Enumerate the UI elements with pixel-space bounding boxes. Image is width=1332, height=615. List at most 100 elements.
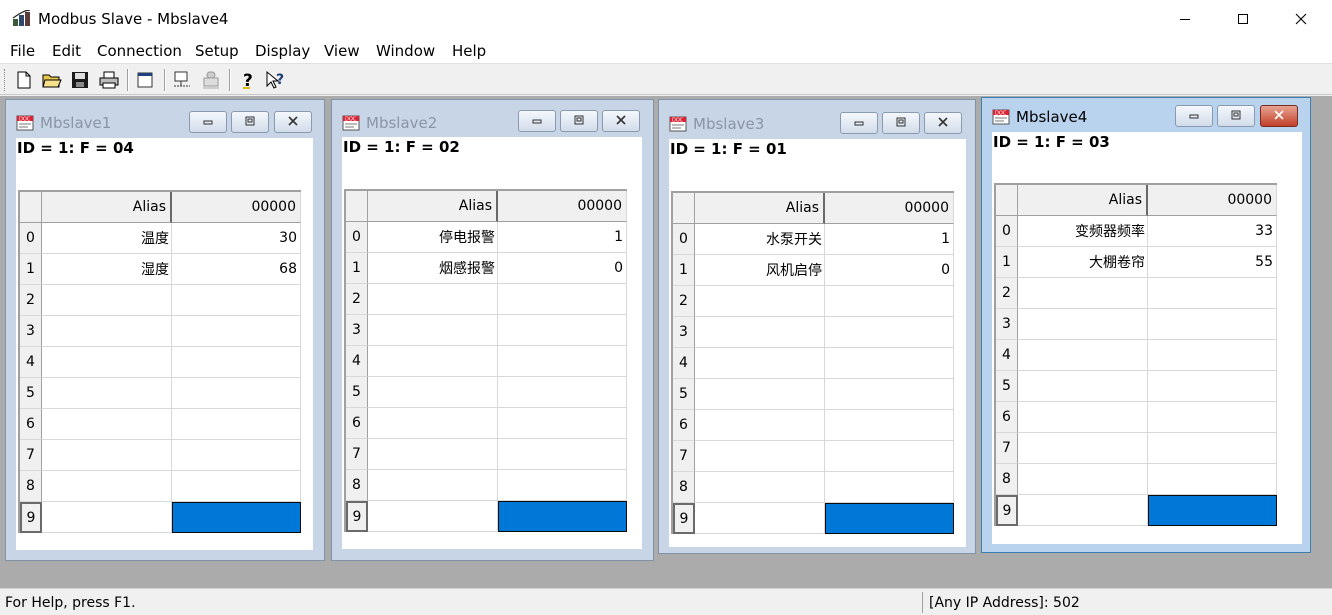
title-bar[interactable]: Modbus Slave - Mbslave4: [0, 0, 1332, 38]
context-help-button[interactable]: ?: [264, 68, 288, 92]
child-minimize-button[interactable]: [518, 110, 556, 132]
alias-cell[interactable]: [42, 378, 172, 409]
value-cell[interactable]: [172, 409, 301, 440]
value-cell[interactable]: [1148, 340, 1277, 371]
alias-cell[interactable]: 变频器频率: [1018, 216, 1148, 247]
value-cell[interactable]: [825, 410, 954, 441]
row-header[interactable]: 0: [20, 223, 42, 254]
value-cell[interactable]: 55: [1148, 247, 1277, 278]
row-header[interactable]: 3: [996, 309, 1018, 340]
mdi-child-mbslave3[interactable]: DOC Mbslave3 ID = 1: F = 01 Alias 00000 0 水泵开关…: [658, 99, 976, 554]
value-cell[interactable]: [825, 317, 954, 348]
row-header[interactable]: 3: [673, 317, 695, 348]
print-button[interactable]: [97, 68, 121, 92]
row-header[interactable]: 6: [673, 410, 695, 441]
row-header[interactable]: 3: [346, 315, 368, 346]
alias-cell[interactable]: [368, 501, 498, 532]
row-header[interactable]: 9: [996, 495, 1018, 526]
alias-cell[interactable]: [42, 316, 172, 347]
row-header[interactable]: 4: [20, 347, 42, 378]
alias-cell[interactable]: [42, 347, 172, 378]
alias-cell[interactable]: [1018, 278, 1148, 309]
alias-cell[interactable]: [368, 439, 498, 470]
alias-cell[interactable]: [695, 379, 825, 410]
alias-cell[interactable]: [42, 285, 172, 316]
alias-cell[interactable]: 湿度: [42, 254, 172, 285]
row-header[interactable]: 0: [996, 216, 1018, 247]
address-column-header[interactable]: 00000: [172, 192, 301, 223]
address-column-header[interactable]: 00000: [825, 193, 954, 224]
row-header[interactable]: 1: [346, 253, 368, 284]
child-minimize-button[interactable]: [189, 111, 227, 133]
value-cell[interactable]: [498, 470, 627, 501]
row-header[interactable]: 8: [346, 470, 368, 501]
alias-column-header[interactable]: Alias: [42, 192, 172, 223]
maximize-button[interactable]: [1214, 0, 1272, 38]
disconnect-button[interactable]: [199, 68, 223, 92]
value-cell[interactable]: [825, 472, 954, 503]
value-cell[interactable]: 0: [498, 253, 627, 284]
value-cell[interactable]: 68: [172, 254, 301, 285]
alias-cell[interactable]: [368, 377, 498, 408]
grid-corner[interactable]: [996, 185, 1018, 216]
selected-value-cell[interactable]: [498, 501, 627, 532]
alias-cell[interactable]: [1018, 402, 1148, 433]
address-column-header[interactable]: 00000: [498, 191, 627, 222]
value-cell[interactable]: [825, 379, 954, 410]
row-header[interactable]: 2: [673, 286, 695, 317]
row-header[interactable]: 0: [346, 222, 368, 253]
alias-column-header[interactable]: Alias: [1018, 185, 1148, 216]
row-header[interactable]: 6: [20, 409, 42, 440]
alias-cell[interactable]: [1018, 371, 1148, 402]
mdi-child-mbslave1[interactable]: DOC Mbslave1 ID = 1: F = 04 Alias 00000 0 温度 30…: [5, 99, 325, 561]
value-cell[interactable]: [498, 377, 627, 408]
child-minimize-button[interactable]: [840, 112, 878, 134]
value-cell[interactable]: [172, 347, 301, 378]
value-cell[interactable]: [172, 378, 301, 409]
alias-cell[interactable]: 风机启停: [695, 255, 825, 286]
alias-cell[interactable]: [1018, 433, 1148, 464]
row-header[interactable]: 7: [20, 440, 42, 471]
row-header[interactable]: 2: [346, 284, 368, 315]
alias-cell[interactable]: [1018, 495, 1148, 526]
value-cell[interactable]: [1148, 309, 1277, 340]
child-minimize-button[interactable]: [1175, 105, 1213, 127]
child-close-button[interactable]: [274, 111, 312, 133]
mdi-child-mbslave4[interactable]: DOC Mbslave4 ID = 1: F = 03 Alias 00000 0 变频器频…: [981, 97, 1311, 553]
value-cell[interactable]: [825, 441, 954, 472]
alias-cell[interactable]: [42, 502, 172, 533]
row-header[interactable]: 5: [996, 371, 1018, 402]
alias-cell[interactable]: [368, 315, 498, 346]
grid-corner[interactable]: [673, 193, 695, 224]
child-restore-button[interactable]: [560, 110, 598, 132]
value-cell[interactable]: 1: [825, 224, 954, 255]
minimize-button[interactable]: [1156, 0, 1214, 38]
alias-column-header[interactable]: Alias: [368, 191, 498, 222]
row-header[interactable]: 2: [20, 285, 42, 316]
alias-column-header[interactable]: Alias: [695, 193, 825, 224]
row-header[interactable]: 6: [346, 408, 368, 439]
selected-value-cell[interactable]: [1148, 495, 1277, 526]
alias-cell[interactable]: [368, 346, 498, 377]
alias-cell[interactable]: 停电报警: [368, 222, 498, 253]
mdi-child-mbslave2[interactable]: DOC Mbslave2 ID = 1: F = 02 Alias 00000 0 停电报警…: [331, 99, 654, 561]
help-button[interactable]: ?: [236, 68, 260, 92]
alias-cell[interactable]: 大棚卷帘: [1018, 247, 1148, 278]
open-button[interactable]: [40, 68, 64, 92]
row-header[interactable]: 7: [673, 441, 695, 472]
value-cell[interactable]: [1148, 402, 1277, 433]
row-header[interactable]: 4: [346, 346, 368, 377]
row-header[interactable]: 0: [673, 224, 695, 255]
row-header[interactable]: 7: [996, 433, 1018, 464]
alias-cell[interactable]: [42, 471, 172, 502]
grid-corner[interactable]: [346, 191, 368, 222]
value-cell[interactable]: [498, 346, 627, 377]
alias-cell[interactable]: [42, 440, 172, 471]
row-header[interactable]: 8: [673, 472, 695, 503]
menu-file[interactable]: File: [10, 42, 35, 60]
menu-setup[interactable]: Setup: [195, 42, 239, 60]
child-close-button[interactable]: [924, 112, 962, 134]
child-restore-button[interactable]: [1217, 105, 1255, 127]
alias-cell[interactable]: [368, 284, 498, 315]
alias-cell[interactable]: [695, 317, 825, 348]
